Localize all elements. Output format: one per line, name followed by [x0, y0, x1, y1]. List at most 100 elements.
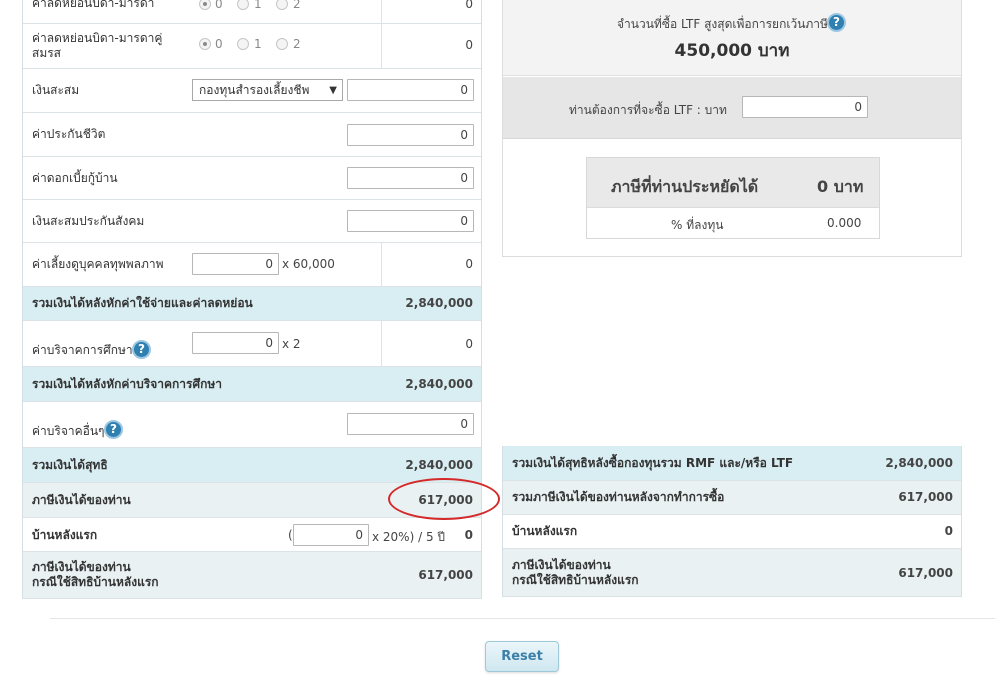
- spouse-radio-0-label: 0: [215, 37, 223, 51]
- help-icon[interactable]: ?: [132, 340, 151, 359]
- first-home-formula: x 20%) / 5 ปี: [372, 530, 446, 544]
- row-tax-first-home: ภาษีเงินได้ของท่าน กรณีใช้สิทธิบ้านหลังแ…: [23, 552, 481, 599]
- help-icon[interactable]: ?: [827, 13, 846, 32]
- row-other-donation: ค่าบริจาคอื่นๆ ?: [23, 402, 481, 448]
- spouse-radio-2-label: 2: [293, 37, 301, 51]
- row-sum-after-education: รวมเงินได้หลังหักค่าบริจาคการศึกษา 2,840…: [23, 367, 481, 402]
- parent-radio-0-label: 0: [215, 0, 223, 11]
- max-ltf-label: จำนวนที่ซื้อ LTF สูงสุดเพื่อการยกเว้นภาษ…: [617, 17, 828, 31]
- social-security-label: เงินสะสมประกันสังคม: [32, 214, 145, 228]
- savings-label: เงินสะสม: [32, 83, 80, 97]
- tax-saved-header: ภาษีที่ท่านประหยัดได้ 0 บาท: [587, 158, 879, 208]
- column-divider: [381, 321, 382, 366]
- tax-first-home-right-value: 617,000: [898, 566, 953, 580]
- parent-deduction-value: 0: [465, 0, 473, 11]
- help-icon[interactable]: ?: [104, 420, 123, 439]
- tax-saved-value: 0 บาท: [817, 177, 864, 196]
- ltf-result-table: รวมเงินได้สุทธิหลังซื้อกองทุนรวม RMF และ…: [502, 446, 962, 597]
- parent-radio-0[interactable]: [199, 0, 211, 10]
- row-savings: เงินสะสม กองทุนสำรองเลี้ยงชีพ ▼: [23, 69, 481, 113]
- education-donation-label: ค่าบริจาคการศึกษา: [32, 343, 133, 357]
- spouse-radio-1-label: 1: [254, 37, 262, 51]
- column-divider: [381, 243, 382, 286]
- buy-ltf-section: ท่านต้องการที่จะซื้อ LTF : บาท: [503, 77, 961, 139]
- tax-first-home-value: 617,000: [418, 568, 473, 582]
- life-insurance-label: ค่าประกันชีวิต: [32, 127, 106, 141]
- tax-first-home-label: ภาษีเงินได้ของท่าน กรณีใช้สิทธิบ้านหลังแ…: [32, 560, 159, 590]
- tax-first-home-right-label-line1: ภาษีเงินได้ของท่าน: [512, 558, 611, 572]
- net-after-funds-value: 2,840,000: [885, 456, 953, 470]
- spouse-radio-2[interactable]: [276, 38, 288, 50]
- parent-radio-2-label: 2: [293, 0, 301, 11]
- home-interest-label: ค่าดอกเบี้ยกู้บ้าน: [32, 171, 118, 185]
- tax-saved-box: ภาษีที่ท่านประหยัดได้ 0 บาท % ที่ลงทุน 0…: [586, 157, 880, 239]
- row-tax-after-purchase: รวมภาษีเงินได้ของท่านหลังจากทำการซื้อ 61…: [503, 481, 961, 515]
- parent-radio-1[interactable]: [237, 0, 249, 10]
- reset-button[interactable]: Reset: [485, 641, 559, 672]
- education-donation-input[interactable]: [192, 332, 279, 354]
- spouse-parent-deduction-value: 0: [465, 38, 473, 52]
- tax-saved-label: ภาษีที่ท่านประหยัดได้: [611, 177, 759, 196]
- first-home-right-label: บ้านหลังแรก: [512, 524, 578, 538]
- life-insurance-input[interactable]: [347, 124, 474, 146]
- row-home-interest: ค่าดอกเบี้ยกู้บ้าน: [23, 157, 481, 200]
- max-ltf-section: จำนวนที่ซื้อ LTF สูงสุดเพื่อการยกเว้นภาษ…: [503, 0, 961, 76]
- chevron-down-icon: ▼: [329, 85, 337, 96]
- row-sum-after-expenses: รวมเงินได้หลังหักค่าใช้จ่ายและค่าลดหย่อน…: [23, 287, 481, 321]
- tax-first-home-label-line2: กรณีใช้สิทธิบ้านหลังแรก: [32, 575, 159, 589]
- column-divider: [381, 0, 382, 23]
- fund-type-selected: กองทุนสำรองเลี้ยงชีพ: [199, 83, 310, 97]
- sum-after-expenses-value: 2,840,000: [405, 296, 473, 310]
- column-divider: [381, 24, 382, 68]
- disabled-care-value: 0: [465, 257, 473, 271]
- buy-ltf-input[interactable]: [742, 96, 868, 118]
- education-donation-multiplier: x 2: [282, 337, 301, 351]
- fund-type-select[interactable]: กองทุนสำรองเลี้ยงชีพ ▼: [192, 79, 343, 101]
- education-donation-value: 0: [465, 337, 473, 351]
- disabled-care-multiplier: x 60,000: [282, 257, 335, 271]
- spouse-radio-1[interactable]: [237, 38, 249, 50]
- other-donation-input[interactable]: [347, 413, 474, 435]
- row-tax-first-home-right: ภาษีเงินได้ของท่าน กรณีใช้สิทธิบ้านหลังแ…: [503, 549, 961, 597]
- first-home-open-paren: (: [288, 528, 293, 542]
- max-ltf-value: 450,000 บาท: [674, 41, 790, 61]
- net-income-value: 2,840,000: [405, 458, 473, 472]
- savings-input[interactable]: [347, 79, 474, 101]
- spouse-radio-0[interactable]: [199, 38, 211, 50]
- row-net-after-funds: รวมเงินได้สุทธิหลังซื้อกองทุนรวม RMF และ…: [503, 446, 961, 481]
- your-tax-label: ภาษีเงินได้ของท่าน: [32, 493, 131, 507]
- row-spouse-parent-deduction: ค่าลดหย่อนบิดา-มารดาคู่สมรส 0 1 2 0: [23, 24, 481, 69]
- tax-after-purchase-label: รวมภาษีเงินได้ของท่านหลังจากทำการซื้อ: [512, 490, 725, 504]
- first-home-input[interactable]: [293, 524, 369, 546]
- disabled-care-label: ค่าเลี้ยงดูบุคคลทุพพลภาพ: [32, 257, 164, 271]
- tax-first-home-right-label-line2: กรณีใช้สิทธิบ้านหลังแรก: [512, 573, 639, 587]
- sum-after-education-label: รวมเงินได้หลังหักค่าบริจาคการศึกษา: [32, 377, 222, 391]
- sum-after-education-value: 2,840,000: [405, 377, 473, 391]
- parent-radio-1-label: 1: [254, 0, 262, 11]
- tax-first-home-label-line1: ภาษีเงินได้ของท่าน: [32, 560, 131, 574]
- other-donation-label: ค่าบริจาคอื่นๆ: [32, 424, 105, 438]
- row-life-insurance: ค่าประกันชีวิต: [23, 113, 481, 157]
- ltf-panel: จำนวนที่ซื้อ LTF สูงสุดเพื่อการยกเว้นภาษ…: [502, 0, 962, 257]
- spouse-parent-deduction-label: ค่าลดหย่อนบิดา-มารดาคู่สมรส: [32, 31, 163, 60]
- tax-after-purchase-value: 617,000: [898, 490, 953, 504]
- percent-invested-label: % ที่ลงทุน: [671, 218, 724, 232]
- first-home-value: 0: [464, 528, 473, 542]
- net-income-label: รวมเงินได้สุทธิ: [32, 458, 108, 472]
- row-social-security: เงินสะสมประกันสังคม: [23, 200, 481, 243]
- buy-ltf-label: ท่านต้องการที่จะซื้อ LTF : บาท: [569, 103, 727, 117]
- disabled-care-input[interactable]: [192, 253, 279, 275]
- row-net-income: รวมเงินได้สุทธิ 2,840,000: [23, 448, 481, 483]
- annotation-circle: [388, 478, 500, 520]
- parent-radio-2[interactable]: [276, 0, 288, 10]
- row-disabled-care: ค่าเลี้ยงดูบุคคลทุพพลภาพ x 60,000 0: [23, 243, 481, 287]
- home-interest-input[interactable]: [347, 167, 474, 189]
- first-home-right-value: 0: [944, 524, 953, 538]
- row-education-donation: ค่าบริจาคการศึกษา ? x 2 0: [23, 321, 481, 367]
- row-parent-deduction: ค่าลดหย่อนบิดา-มารดา 0 1 2 0: [23, 0, 481, 24]
- percent-invested-value: 0.000: [827, 216, 862, 230]
- sum-after-expenses-label: รวมเงินได้หลังหักค่าใช้จ่ายและค่าลดหย่อน: [32, 296, 253, 310]
- first-home-label: บ้านหลังแรก: [32, 528, 98, 542]
- tax-first-home-right-label: ภาษีเงินได้ของท่าน กรณีใช้สิทธิบ้านหลังแ…: [512, 558, 639, 588]
- social-security-input[interactable]: [347, 210, 474, 232]
